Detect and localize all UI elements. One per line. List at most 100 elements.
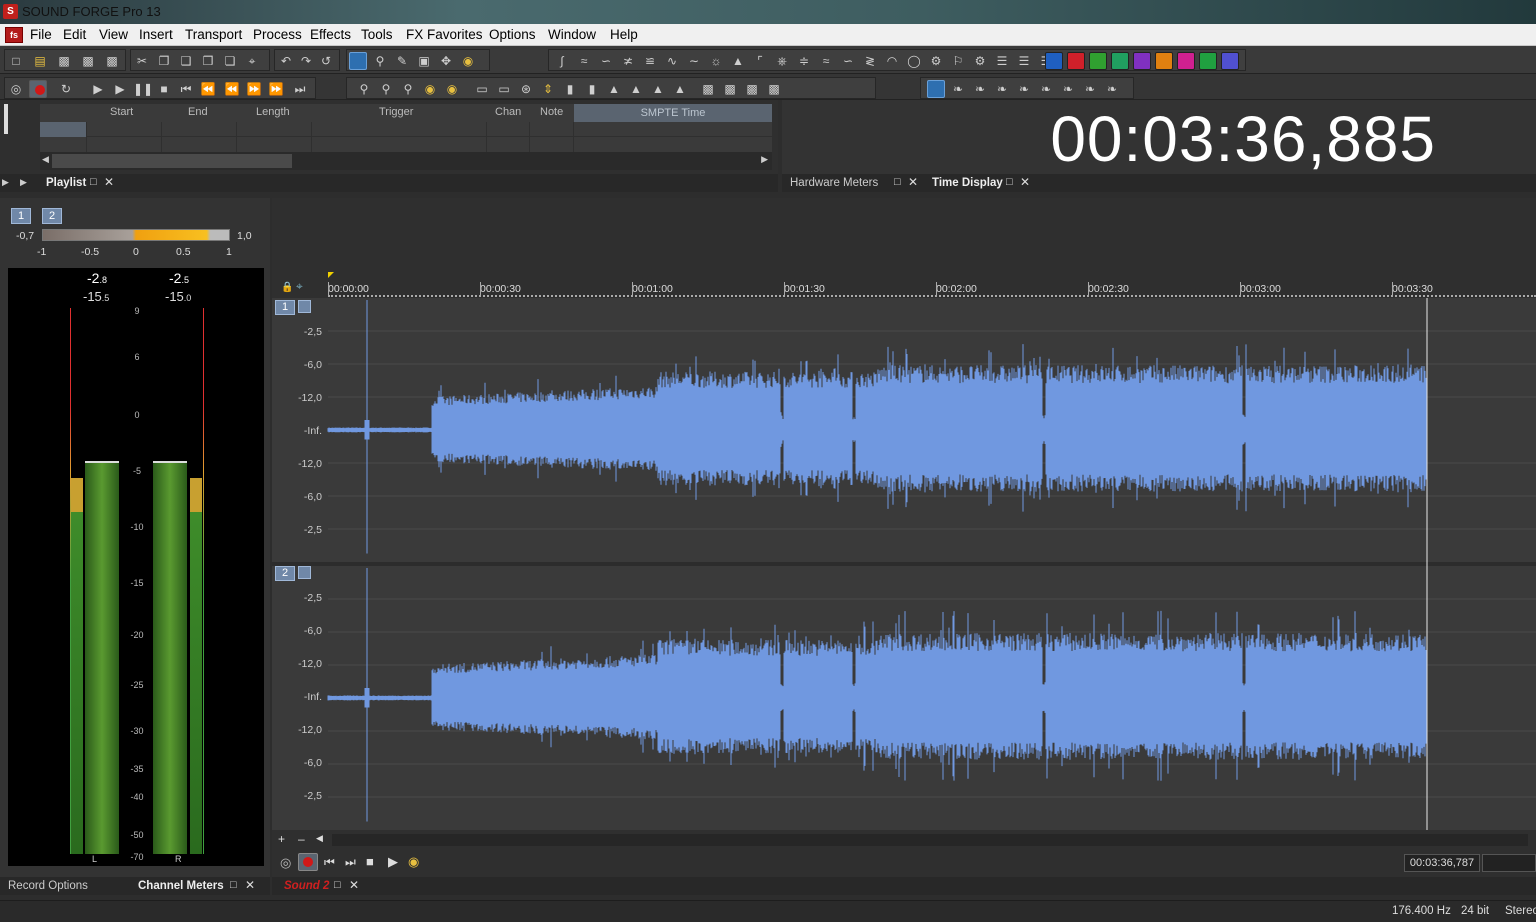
fx-teal-icon[interactable] — [1111, 52, 1129, 70]
chain-icon-4[interactable]: ❧ — [993, 80, 1011, 98]
repeat-icon[interactable]: ↺ — [317, 52, 335, 70]
chain-icon-6[interactable]: ❧ — [1037, 80, 1055, 98]
edit-tool-icon[interactable] — [349, 52, 367, 70]
save-icon[interactable]: ▩ — [55, 52, 73, 70]
tab-channel-meters[interactable]: Channel Meters — [138, 877, 224, 895]
menu-options[interactable]: Options — [489, 27, 536, 42]
menu-edit[interactable]: Edit — [63, 27, 86, 42]
record-options-icon[interactable]: ◎ — [280, 855, 291, 871]
chain-icon-9[interactable]: ❧ — [1103, 80, 1121, 98]
process-icon-21[interactable]: ☰ — [993, 52, 1011, 70]
col-length[interactable]: Length — [256, 106, 290, 118]
play-icon[interactable]: ▶ — [111, 80, 129, 98]
col-start[interactable]: Start — [110, 106, 133, 118]
menu-help[interactable]: Help — [610, 27, 638, 42]
menu-transport[interactable]: Transport — [185, 27, 242, 42]
track-1-minimize[interactable] — [298, 300, 311, 313]
zoom-in-icon[interactable]: ⚲ — [355, 80, 373, 98]
process-icon-16[interactable]: ◠ — [883, 52, 901, 70]
region-icon[interactable]: ◉ — [443, 80, 461, 98]
fx-green-icon[interactable] — [1089, 52, 1107, 70]
save-all-icon[interactable]: ▩ — [103, 52, 121, 70]
view-icon-14[interactable]: ▩ — [765, 80, 783, 98]
scroll-left-icon[interactable]: ◀ — [42, 154, 49, 165]
process-icon-1[interactable]: ∫ — [553, 52, 571, 70]
view-icon-10[interactable]: ▲ — [671, 80, 689, 98]
playlist-grid[interactable] — [40, 122, 772, 154]
trim-icon[interactable]: ❏ — [221, 52, 239, 70]
close-icon[interactable]: ✕ — [104, 175, 114, 189]
zoom-out-icon[interactable]: ⚲ — [377, 80, 395, 98]
stop-icon[interactable]: ■ — [366, 854, 374, 869]
forward-fast-icon[interactable]: ⏩ — [267, 80, 285, 98]
zoom-in-button[interactable]: + — [278, 832, 285, 846]
undo-icon[interactable]: ↶ — [277, 52, 295, 70]
crop-icon[interactable]: ⌖ — [243, 52, 261, 70]
go-to-end-icon[interactable]: ⏭ — [345, 855, 356, 870]
menu-tools[interactable]: Tools — [361, 27, 393, 42]
view-icon-13[interactable]: ▩ — [743, 80, 761, 98]
view-icon-9[interactable]: ▲ — [649, 80, 667, 98]
zoom-sel-icon[interactable]: ⚲ — [399, 80, 417, 98]
close-icon[interactable]: ✕ — [349, 878, 359, 892]
selection-time-field[interactable]: 00:03:36,787 — [1404, 854, 1480, 872]
playlist-row[interactable] — [40, 138, 772, 153]
col-smpte-time[interactable]: SMPTE Time — [574, 104, 772, 122]
fx-indigo-icon[interactable] — [1221, 52, 1239, 70]
pause-icon[interactable]: ❚❚ — [133, 80, 153, 98]
col-trigger[interactable]: Trigger — [379, 106, 413, 118]
record-options-icon[interactable]: ◎ — [7, 80, 25, 98]
selection-length-field[interactable] — [1482, 854, 1536, 872]
tab-playlist[interactable]: Playlist — [46, 174, 86, 192]
paste-icon[interactable]: ❑ — [177, 52, 195, 70]
playlist-scroll-thumb[interactable] — [52, 154, 292, 168]
go-to-start-icon[interactable]: ⏮ — [324, 855, 335, 870]
playlist-row-selector[interactable] — [40, 122, 86, 137]
fx-orange-icon[interactable] — [1155, 52, 1173, 70]
new-file-icon[interactable]: □ — [7, 52, 25, 70]
app-menu-icon[interactable]: fs — [5, 27, 23, 43]
view-icon-7[interactable]: ▲ — [605, 80, 623, 98]
waveform-display[interactable] — [272, 298, 1536, 830]
menu-insert[interactable]: Insert — [139, 27, 173, 42]
fx-purple-icon[interactable] — [1133, 52, 1151, 70]
process-icon-6[interactable]: ∿ — [663, 52, 681, 70]
process-icon-11[interactable]: ⎈ — [773, 52, 791, 70]
pencil-tool-icon[interactable]: ✎ — [393, 52, 411, 70]
event-tool-icon[interactable]: ✥ — [437, 52, 455, 70]
process-icon-17[interactable]: ◯ — [905, 52, 923, 70]
channel-2-toggle[interactable]: 2 — [42, 208, 62, 224]
process-icon-13[interactable]: ≈ — [817, 52, 835, 70]
chain-icon-5[interactable]: ❧ — [1015, 80, 1033, 98]
float-icon[interactable]: □ — [334, 879, 341, 891]
tab-hardware-meters[interactable]: Hardware Meters — [790, 174, 878, 192]
menu-fx-favorites[interactable]: FX Favorites — [406, 27, 483, 42]
track-2-minimize[interactable] — [298, 566, 311, 579]
cursor-icon[interactable]: ⇕ — [539, 80, 557, 98]
menu-file[interactable]: File — [30, 27, 52, 42]
view-icon-12[interactable]: ▩ — [721, 80, 739, 98]
cut-icon[interactable]: ✂ — [133, 52, 151, 70]
redo-icon[interactable]: ↷ — [297, 52, 315, 70]
magnify-tool-icon[interactable]: ⚲ — [371, 52, 389, 70]
fx-red-icon[interactable] — [1067, 52, 1085, 70]
menu-process[interactable]: Process — [253, 27, 302, 42]
expand-icon[interactable]: ▶ — [2, 177, 9, 188]
process-icon-3[interactable]: ∽ — [597, 52, 615, 70]
track-2-label[interactable]: 2 — [275, 566, 295, 581]
copy-icon[interactable]: ❐ — [155, 52, 173, 70]
process-icon-10[interactable]: ⌜ — [751, 52, 769, 70]
rewind-icon[interactable]: ⏪ — [199, 80, 217, 98]
menu-view[interactable]: View — [99, 27, 128, 42]
open-folder-icon[interactable]: ▤ — [31, 52, 49, 70]
play-icon[interactable]: ▶ — [388, 854, 398, 870]
float-icon[interactable]: □ — [1006, 176, 1013, 188]
process-icon-20[interactable]: ⚙ — [971, 52, 989, 70]
rewind-fast-icon[interactable]: ⏪ — [223, 80, 241, 98]
play-all-icon[interactable]: ▶ — [89, 80, 107, 98]
view-icon-8[interactable]: ▲ — [627, 80, 645, 98]
tab-sound-2[interactable]: Sound 2 — [284, 877, 329, 895]
track-1-label[interactable]: 1 — [275, 300, 295, 315]
lock-icon[interactable]: 🔒 — [281, 282, 293, 293]
view-icon-6[interactable]: ▮ — [583, 80, 601, 98]
